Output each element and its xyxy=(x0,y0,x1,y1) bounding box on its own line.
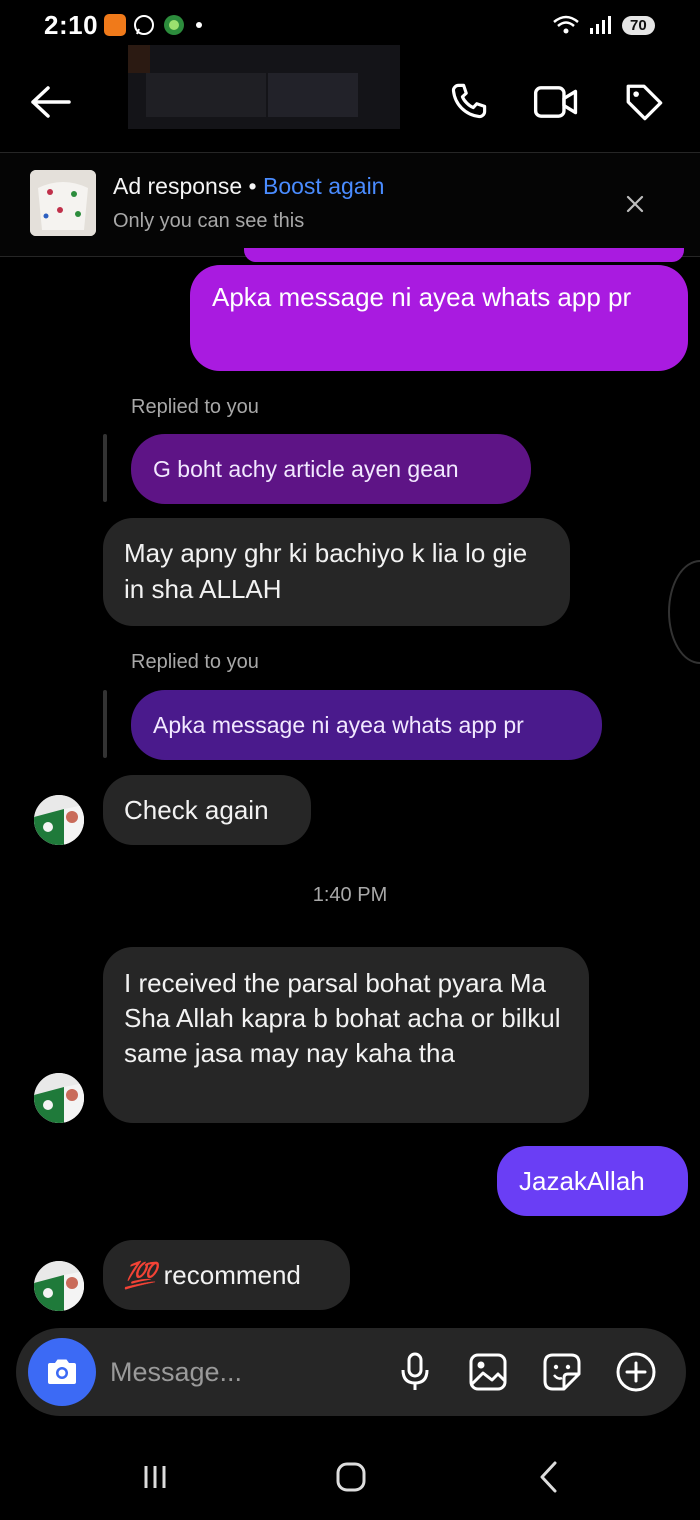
replied-label: Replied to you xyxy=(131,396,259,418)
ad-title-text: Ad response xyxy=(113,173,243,199)
back-button[interactable] xyxy=(26,78,74,126)
video-icon xyxy=(533,86,578,118)
avatar[interactable] xyxy=(34,1073,84,1123)
ad-response-subtitle: Only you can see this xyxy=(113,210,305,232)
sticker-button[interactable] xyxy=(540,1350,584,1394)
notification-app-icon xyxy=(104,14,126,36)
avatar[interactable] xyxy=(34,795,84,845)
message-text: May apny ghr ki bachiyo k lia lo gie in … xyxy=(124,538,528,604)
ad-thumbnail[interactable] xyxy=(30,170,96,236)
recent-apps-button[interactable] xyxy=(133,1455,177,1499)
wifi-icon xyxy=(553,15,579,34)
message-text: Apka message ni ayea whats app pr xyxy=(212,282,632,312)
message-text: I received the parsal bohat pyara Ma Sha… xyxy=(124,968,561,1068)
status-right: 70 xyxy=(552,14,655,36)
message-text: JazakAllah xyxy=(519,1166,645,1196)
vpn-icon xyxy=(164,15,184,35)
more-options-button[interactable] xyxy=(614,1350,658,1394)
avatar-image xyxy=(34,795,84,845)
quote-text: G boht achy article ayen gean xyxy=(153,455,459,482)
dot-icon xyxy=(196,22,202,28)
whatsapp-icon xyxy=(134,15,154,35)
ad-response-banner xyxy=(0,152,700,257)
received-message[interactable]: 💯 recommend xyxy=(103,1240,350,1310)
voice-message-button[interactable] xyxy=(393,1350,437,1394)
back-arrow-icon xyxy=(31,86,71,118)
scroll-edge-indicator xyxy=(668,560,700,664)
avatar-image xyxy=(34,1073,84,1123)
status-time: 2:10 xyxy=(44,10,99,40)
ad-thumbnail-image xyxy=(30,170,96,236)
reply-indicator-line xyxy=(103,690,107,758)
received-message[interactable]: May apny ghr ki bachiyo k lia lo gie in … xyxy=(103,518,570,626)
ad-response-title: Ad response • Boost again xyxy=(113,173,384,200)
replied-quote[interactable]: G boht achy article ayen gean xyxy=(131,434,531,504)
quote-text: Apka message ni ayea whats app pr xyxy=(153,711,524,738)
close-icon xyxy=(626,195,644,213)
avatar-image xyxy=(34,1261,84,1311)
home-icon xyxy=(336,1462,366,1492)
recents-icon xyxy=(144,1466,166,1488)
boost-again-link[interactable]: Boost again xyxy=(263,173,384,199)
video-call-button[interactable] xyxy=(532,78,580,126)
tag-icon xyxy=(626,84,663,121)
microphone-icon xyxy=(401,1352,429,1390)
label-button[interactable] xyxy=(620,78,668,126)
gallery-icon xyxy=(469,1353,507,1391)
reply-indicator-line xyxy=(103,434,107,502)
plus-circle-icon xyxy=(616,1352,656,1392)
message-text: Check again xyxy=(124,795,269,825)
voice-call-button[interactable] xyxy=(444,78,492,126)
previous-bubble-edge xyxy=(244,248,684,262)
system-back-button[interactable] xyxy=(527,1455,571,1499)
avatar[interactable] xyxy=(34,1261,84,1311)
camera-icon xyxy=(48,1359,76,1384)
replied-quote[interactable]: Apka message ni ayea whats app pr xyxy=(131,690,602,760)
timestamp-separator: 1:40 PM xyxy=(312,884,388,906)
camera-button[interactable] xyxy=(28,1338,96,1406)
battery-badge: 70 xyxy=(622,15,655,35)
ad-title-separator: • xyxy=(242,173,263,199)
ad-close-button[interactable] xyxy=(620,189,650,219)
received-message[interactable]: Check again xyxy=(103,775,311,845)
received-message[interactable]: I received the parsal bohat pyara Ma Sha… xyxy=(103,947,589,1123)
phone-icon xyxy=(451,83,487,119)
hundred-points-emoji: 💯 xyxy=(124,1260,157,1290)
chevron-left-icon xyxy=(540,1461,557,1493)
sent-message[interactable]: JazakAllah xyxy=(497,1146,688,1216)
signal-icon xyxy=(590,16,611,34)
message-input[interactable] xyxy=(110,1352,380,1392)
message-text: recommend xyxy=(163,1260,301,1290)
replied-label: Replied to you xyxy=(131,651,259,673)
status-app-icons xyxy=(104,13,202,37)
contact-name-redacted[interactable] xyxy=(128,45,400,129)
home-button[interactable] xyxy=(329,1455,373,1499)
gallery-button[interactable] xyxy=(466,1350,510,1394)
sent-message[interactable]: Apka message ni ayea whats app pr xyxy=(190,265,688,371)
sticker-icon xyxy=(543,1353,581,1391)
